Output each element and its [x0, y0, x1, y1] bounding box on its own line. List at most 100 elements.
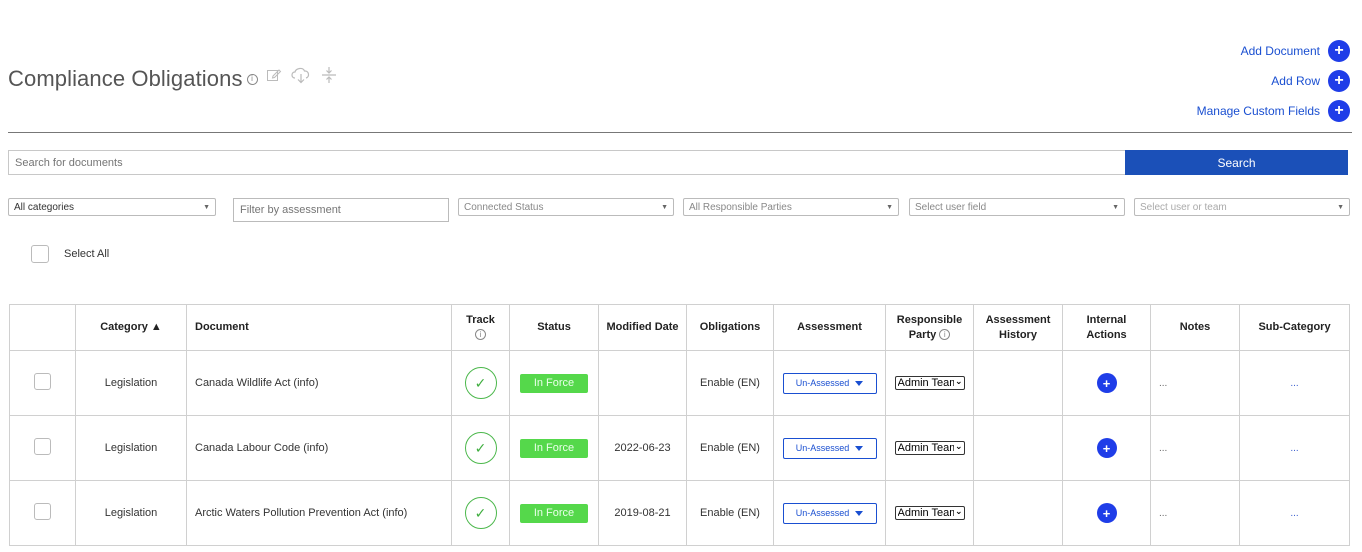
category-link[interactable]: Legislation	[75, 480, 187, 546]
header-assessment-history-line1: Assessment	[985, 313, 1051, 326]
header-assessment-history: Assessment History	[973, 304, 1063, 351]
connected-status-select[interactable]: Connected Status ▼	[458, 198, 674, 216]
sub-category-cell[interactable]: ...	[1239, 480, 1350, 546]
cloud-download-icon[interactable]	[290, 66, 312, 89]
modified-date: 2022-06-23	[598, 415, 687, 481]
header-notes: Notes	[1150, 304, 1240, 351]
assessment-dropdown[interactable]: Un-Assessed	[782, 372, 877, 394]
assessment-cell: Un-Assessed	[773, 350, 886, 416]
assessment-dropdown[interactable]: Un-Assessed	[782, 437, 877, 459]
edit-icon[interactable]	[266, 67, 282, 88]
compress-icon[interactable]	[320, 66, 338, 89]
add-document-label: Add Document	[1240, 44, 1320, 58]
header-category[interactable]: Category ▲	[75, 304, 187, 351]
assessment-value: Un-Assessed	[795, 508, 850, 518]
obligations-link[interactable]: Enable (EN)	[686, 480, 774, 546]
caret-down-icon	[855, 510, 864, 516]
add-action-button[interactable]: +	[1096, 503, 1117, 523]
add-document-button[interactable]: Add Document +	[1241, 40, 1350, 62]
select-all: Select All	[31, 245, 109, 263]
plus-icon: +	[1328, 40, 1350, 62]
internal-actions-cell: +	[1062, 350, 1151, 416]
caret-down-icon	[855, 445, 864, 451]
assessment-dropdown[interactable]: Un-Assessed	[782, 502, 877, 524]
search-button[interactable]: Search	[1125, 150, 1348, 175]
header-internal-actions-line2: Actions	[1086, 328, 1127, 341]
responsible-party-value: Admin Team	[897, 377, 954, 389]
check-icon[interactable]: ✓	[464, 432, 497, 464]
header-status: Status	[509, 304, 599, 351]
header-internal-actions-line1: Internal	[1086, 313, 1127, 326]
assessment-history-cell	[973, 415, 1063, 481]
responsible-party-select[interactable]: Admin Team ⌄	[894, 376, 965, 390]
info-icon[interactable]: i	[475, 329, 486, 341]
caret-down-icon: ▼	[1337, 203, 1344, 211]
category-filter-select[interactable]: All categories ▼	[8, 198, 216, 216]
row-checkbox[interactable]	[34, 373, 51, 390]
obligations-link[interactable]: Enable (EN)	[686, 350, 774, 416]
category-link[interactable]: Legislation	[75, 350, 187, 416]
header-responsible-party-line1: Responsible	[896, 313, 963, 326]
select-all-checkbox[interactable]	[31, 245, 49, 263]
responsible-party-select[interactable]: Admin Team ⌄	[894, 441, 965, 455]
category-filter-value: All categories	[14, 201, 75, 213]
category-link[interactable]: Legislation	[75, 415, 187, 481]
responsible-parties-select[interactable]: All Responsible Parties ▼	[683, 198, 899, 216]
status-badge: In Force	[520, 373, 588, 393]
assessment-filter-input[interactable]	[233, 198, 449, 222]
header-document[interactable]: Document	[186, 304, 452, 351]
notes-cell[interactable]: ...	[1150, 415, 1240, 481]
user-or-team-value: Select user or team	[1140, 201, 1227, 213]
assessment-cell: Un-Assessed	[773, 480, 886, 546]
caret-down-icon	[855, 380, 864, 386]
modified-date: 2019-08-21	[598, 480, 687, 546]
table-row: Legislation Arctic Waters Pollution Prev…	[9, 480, 1350, 546]
row-checkbox[interactable]	[34, 503, 51, 520]
internal-actions-cell: +	[1062, 415, 1151, 481]
info-icon[interactable]: i	[939, 329, 951, 341]
responsible-party-value: Admin Team	[897, 507, 954, 519]
header-track-label: Track	[466, 313, 495, 326]
header-internal-actions: Internal Actions	[1062, 304, 1151, 351]
row-checkbox[interactable]	[34, 438, 51, 455]
document-link[interactable]: Arctic Waters Pollution Prevention Act (…	[186, 480, 452, 546]
responsible-party-value: Admin Team	[897, 442, 954, 454]
manage-custom-fields-button[interactable]: Manage Custom Fields +	[1197, 100, 1350, 122]
document-link[interactable]: Canada Wildlife Act (info)	[186, 350, 452, 416]
header-responsible-party: Responsible Party i	[885, 304, 974, 351]
track-cell: ✓	[451, 480, 510, 546]
divider	[8, 132, 1352, 133]
info-icon[interactable]: i	[246, 73, 258, 85]
filter-bar: All categories ▼ Connected Status ▼ All …	[8, 198, 1350, 224]
notes-cell[interactable]: ...	[1150, 350, 1240, 416]
document-link[interactable]: Canada Labour Code (info)	[186, 415, 452, 481]
page-actions: Add Document + Add Row + Manage Custom F…	[1197, 40, 1350, 122]
plus-icon: +	[1328, 70, 1350, 92]
user-field-select[interactable]: Select user field ▼	[909, 198, 1125, 216]
check-icon[interactable]: ✓	[464, 367, 497, 399]
responsible-parties-value: All Responsible Parties	[689, 201, 792, 213]
add-row-button[interactable]: Add Row +	[1271, 70, 1350, 92]
add-action-button[interactable]: +	[1096, 438, 1117, 458]
row-select-cell	[9, 350, 76, 416]
responsible-party-select[interactable]: Admin Team ⌄	[894, 506, 965, 520]
notes-cell[interactable]: ...	[1150, 480, 1240, 546]
sub-category-cell[interactable]: ...	[1239, 415, 1350, 481]
responsible-party-cell: Admin Team ⌄	[885, 350, 974, 416]
user-or-team-select[interactable]: Select user or team ▼	[1134, 198, 1350, 216]
caret-down-icon: ▼	[1112, 203, 1119, 211]
obligations-link[interactable]: Enable (EN)	[686, 415, 774, 481]
add-action-button[interactable]: +	[1096, 373, 1117, 393]
assessment-history-cell	[973, 350, 1063, 416]
header-assessment: Assessment	[773, 304, 886, 351]
table-row: Legislation Canada Wildlife Act (info) ✓…	[9, 350, 1350, 416]
sub-category-cell[interactable]: ...	[1239, 350, 1350, 416]
title-row: Compliance Obligations i	[8, 62, 338, 96]
check-icon[interactable]: ✓	[464, 497, 497, 529]
status-badge: In Force	[520, 438, 588, 458]
status-cell: In Force	[509, 415, 599, 481]
caret-down-icon: ▼	[203, 203, 210, 211]
table-header-row: Category ▲ Document Track i Status Modif…	[9, 304, 1350, 351]
search-input[interactable]	[8, 150, 1126, 175]
assessment-value: Un-Assessed	[795, 443, 850, 453]
